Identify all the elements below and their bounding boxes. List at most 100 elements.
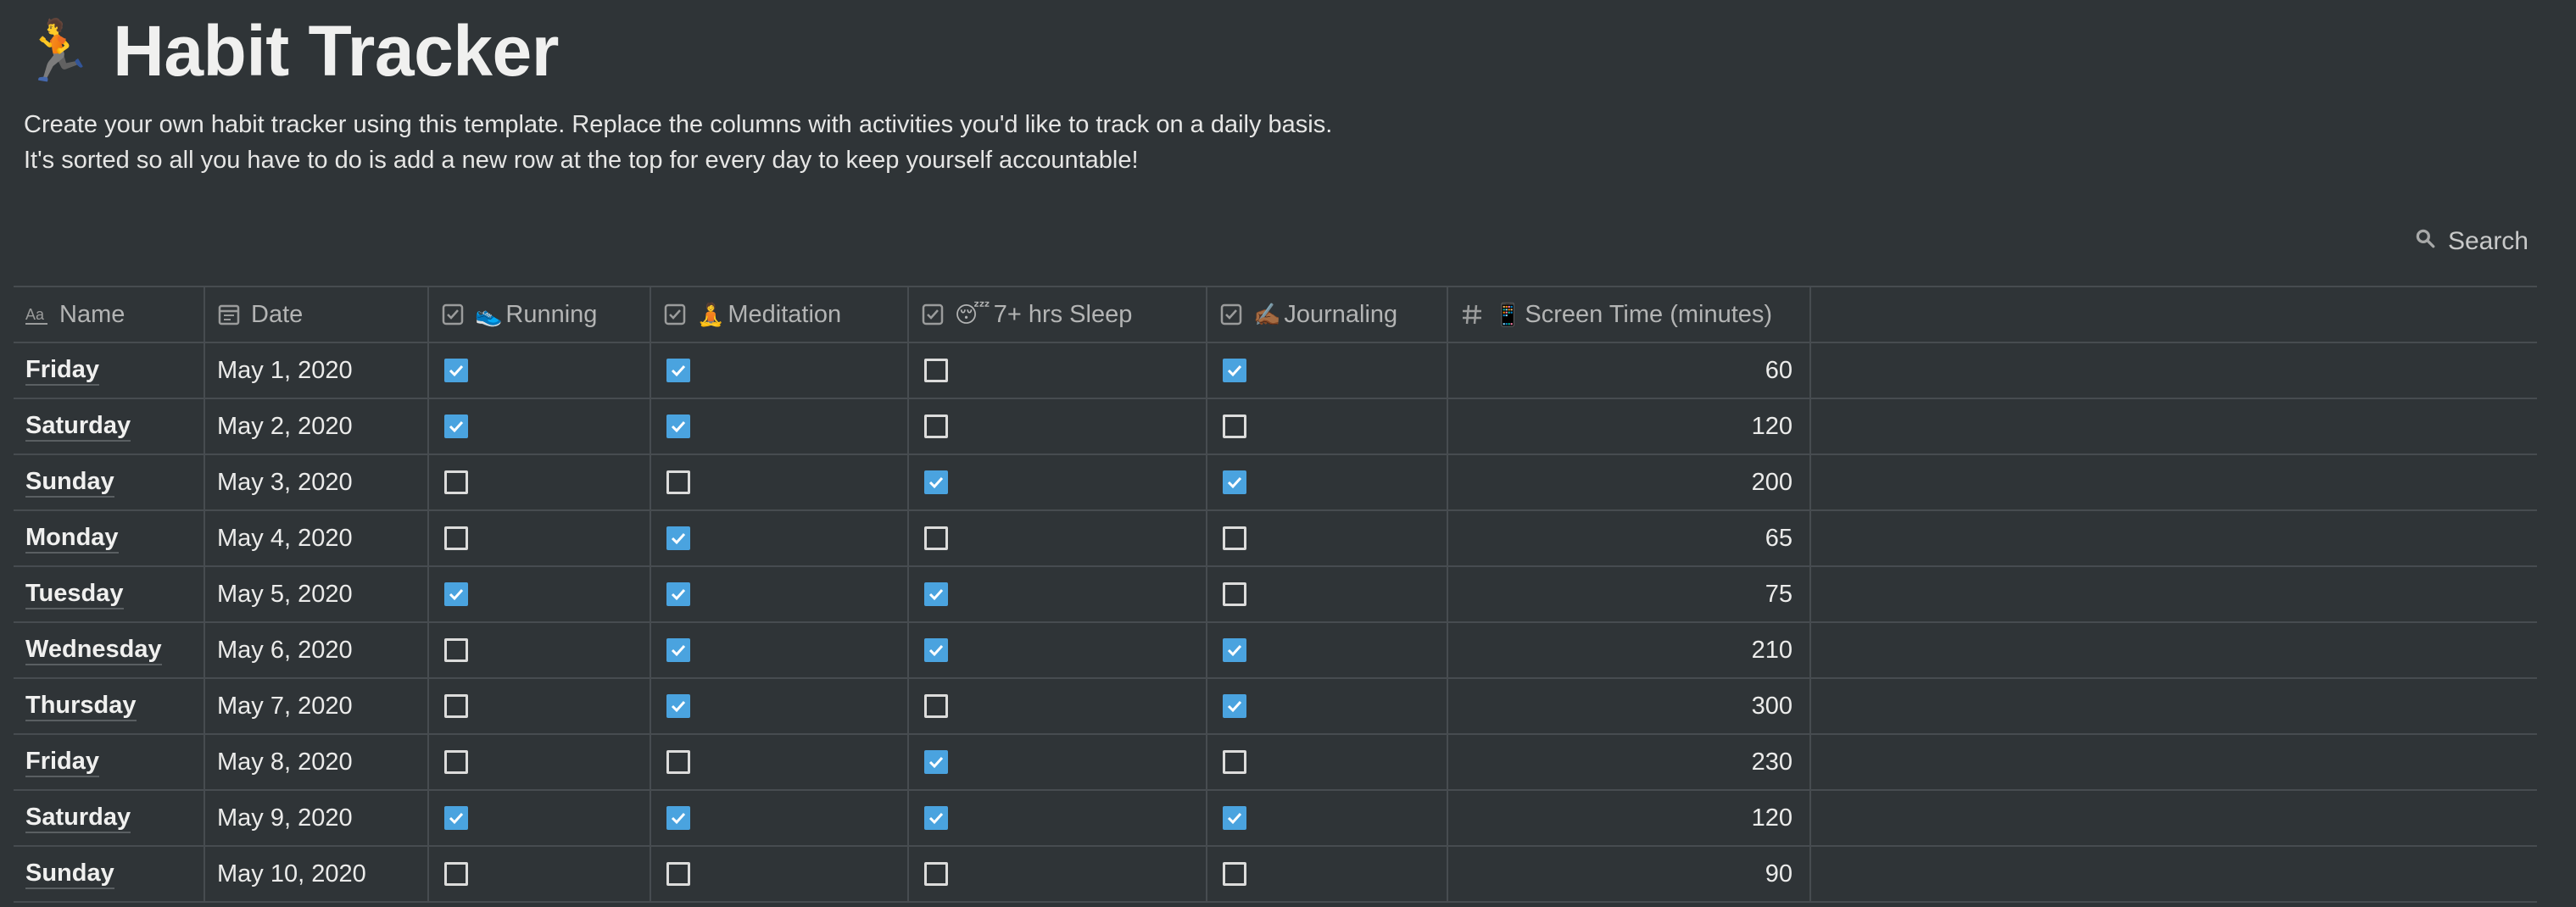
date-cell[interactable]: May 7, 2020 xyxy=(205,679,429,733)
table-row[interactable]: Tuesday May 5, 2020 75 xyxy=(14,567,2537,623)
column-header-running[interactable]: 👟 Running xyxy=(429,287,651,342)
date-cell[interactable]: May 3, 2020 xyxy=(205,455,429,509)
journaling-checkbox[interactable] xyxy=(1223,582,1246,606)
column-header-sleep[interactable]: 😴 7+ hrs Sleep xyxy=(909,287,1207,342)
meditation-checkbox[interactable] xyxy=(666,750,690,774)
running-checkbox[interactable] xyxy=(444,415,468,438)
row-name-link[interactable]: Tuesday xyxy=(25,579,124,609)
name-cell[interactable]: Thursday xyxy=(14,679,205,733)
table-row[interactable]: Friday May 8, 2020 230 xyxy=(14,735,2537,791)
page-description[interactable]: Create your own habit tracker using this… xyxy=(24,107,1347,178)
column-header-date[interactable]: Date xyxy=(205,287,429,342)
table-row[interactable]: Sunday May 10, 2020 90 xyxy=(14,847,2537,903)
screen-time-cell[interactable]: 90 xyxy=(1448,847,1811,901)
row-name-link[interactable]: Sunday xyxy=(25,467,114,498)
table-row[interactable]: Saturday May 2, 2020 120 xyxy=(14,399,2537,455)
row-name-link[interactable]: Saturday xyxy=(25,803,131,833)
sleep-checkbox[interactable] xyxy=(924,862,948,886)
meditation-checkbox[interactable] xyxy=(666,415,690,438)
date-cell[interactable]: May 4, 2020 xyxy=(205,511,429,565)
sleep-checkbox[interactable] xyxy=(924,638,948,662)
date-cell[interactable]: May 5, 2020 xyxy=(205,567,429,621)
journaling-checkbox[interactable] xyxy=(1223,359,1246,382)
name-cell[interactable]: Saturday xyxy=(14,399,205,454)
sleep-checkbox[interactable] xyxy=(924,750,948,774)
screen-time-cell[interactable]: 210 xyxy=(1448,623,1811,677)
running-checkbox[interactable] xyxy=(444,862,468,886)
name-cell[interactable]: Wednesday xyxy=(14,623,205,677)
running-checkbox[interactable] xyxy=(444,582,468,606)
meditation-checkbox[interactable] xyxy=(666,862,690,886)
sleep-checkbox[interactable] xyxy=(924,582,948,606)
meditation-checkbox[interactable] xyxy=(666,470,690,494)
journaling-checkbox[interactable] xyxy=(1223,750,1246,774)
running-checkbox[interactable] xyxy=(444,638,468,662)
date-cell[interactable]: May 6, 2020 xyxy=(205,623,429,677)
row-name-link[interactable]: Friday xyxy=(25,747,100,777)
date-cell[interactable]: May 8, 2020 xyxy=(205,735,429,789)
running-checkbox[interactable] xyxy=(444,750,468,774)
table-row[interactable]: Thursday May 7, 2020 300 xyxy=(14,679,2537,735)
running-checkbox[interactable] xyxy=(444,470,468,494)
meditation-checkbox[interactable] xyxy=(666,526,690,550)
meditation-checkbox[interactable] xyxy=(666,638,690,662)
table-row[interactable]: Sunday May 3, 2020 200 xyxy=(14,455,2537,511)
sleep-checkbox[interactable] xyxy=(924,415,948,438)
row-name-link[interactable]: Monday xyxy=(25,523,119,554)
column-header-name[interactable]: Aa Name xyxy=(14,287,205,342)
name-cell[interactable]: Monday xyxy=(14,511,205,565)
journaling-checkbox[interactable] xyxy=(1223,526,1246,550)
screen-time-cell[interactable]: 120 xyxy=(1448,791,1811,845)
name-cell[interactable]: Tuesday xyxy=(14,567,205,621)
runner-emoji-icon[interactable]: 🏃 xyxy=(20,21,94,81)
journaling-checkbox[interactable] xyxy=(1223,862,1246,886)
date-cell[interactable]: May 2, 2020 xyxy=(205,399,429,454)
screen-time-cell[interactable]: 75 xyxy=(1448,567,1811,621)
sleep-checkbox[interactable] xyxy=(924,694,948,718)
sleep-checkbox[interactable] xyxy=(924,806,948,830)
page-title[interactable]: Habit Tracker xyxy=(113,10,559,92)
sleep-checkbox[interactable] xyxy=(924,359,948,382)
meditation-checkbox[interactable] xyxy=(666,694,690,718)
name-cell[interactable]: Sunday xyxy=(14,847,205,901)
screen-time-cell[interactable]: 65 xyxy=(1448,511,1811,565)
name-cell[interactable]: Friday xyxy=(14,735,205,789)
journaling-checkbox[interactable] xyxy=(1223,638,1246,662)
journaling-checkbox[interactable] xyxy=(1223,806,1246,830)
column-header-meditation[interactable]: 🧘 Meditation xyxy=(651,287,909,342)
screen-time-cell[interactable]: 300 xyxy=(1448,679,1811,733)
running-checkbox[interactable] xyxy=(444,359,468,382)
screen-time-cell[interactable]: 60 xyxy=(1448,343,1811,398)
screen-time-cell[interactable]: 200 xyxy=(1448,455,1811,509)
running-checkbox[interactable] xyxy=(444,694,468,718)
sleep-checkbox[interactable] xyxy=(924,526,948,550)
journaling-checkbox[interactable] xyxy=(1223,694,1246,718)
column-header-screen-time[interactable]: 📱 Screen Time (minutes) xyxy=(1448,287,1811,342)
name-cell[interactable]: Friday xyxy=(14,343,205,398)
table-row[interactable]: Saturday May 9, 2020 120 xyxy=(14,791,2537,847)
table-row[interactable]: Friday May 1, 2020 60 xyxy=(14,343,2537,399)
search-button[interactable]: Search xyxy=(2414,227,2529,256)
journaling-checkbox[interactable] xyxy=(1223,415,1246,438)
date-cell[interactable]: May 10, 2020 xyxy=(205,847,429,901)
row-name-link[interactable]: Saturday xyxy=(25,411,131,442)
running-checkbox[interactable] xyxy=(444,806,468,830)
meditation-checkbox[interactable] xyxy=(666,359,690,382)
screen-time-cell[interactable]: 230 xyxy=(1448,735,1811,789)
date-cell[interactable]: May 1, 2020 xyxy=(205,343,429,398)
screen-time-cell[interactable]: 120 xyxy=(1448,399,1811,454)
row-name-link[interactable]: Wednesday xyxy=(25,635,162,665)
table-row[interactable]: Monday May 4, 2020 65 xyxy=(14,511,2537,567)
meditation-checkbox[interactable] xyxy=(666,582,690,606)
row-name-link[interactable]: Sunday xyxy=(25,859,114,889)
row-name-link[interactable]: Friday xyxy=(25,355,100,386)
sleep-checkbox[interactable] xyxy=(924,470,948,494)
journaling-checkbox[interactable] xyxy=(1223,470,1246,494)
running-checkbox[interactable] xyxy=(444,526,468,550)
meditation-checkbox[interactable] xyxy=(666,806,690,830)
row-name-link[interactable]: Thursday xyxy=(25,691,137,721)
table-row[interactable]: Wednesday May 6, 2020 210 xyxy=(14,623,2537,679)
name-cell[interactable]: Sunday xyxy=(14,455,205,509)
name-cell[interactable]: Saturday xyxy=(14,791,205,845)
column-header-journaling[interactable]: ✍🏾 Journaling xyxy=(1207,287,1448,342)
